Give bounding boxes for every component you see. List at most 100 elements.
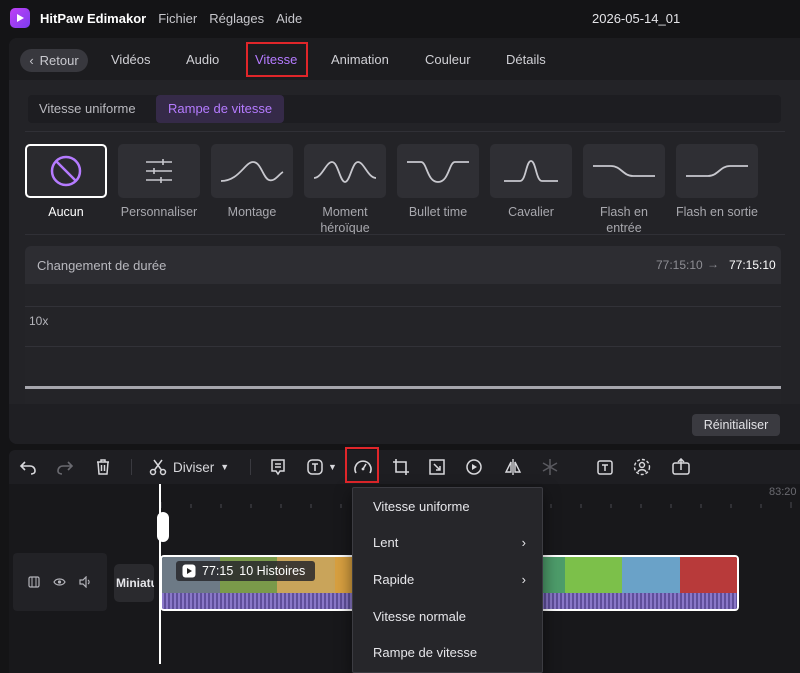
preset-bullet-time[interactable]: Bullet time [397,144,479,220]
play-icon [182,564,196,578]
tab-highlight-box [246,42,308,77]
menu-item-rapide[interactable]: Rapide › [353,562,542,598]
volume-icon[interactable] [79,576,92,588]
chevron-left-icon: ‹ [29,53,34,68]
preset-label: Moment héroïque [320,205,370,235]
bullet-time-curve-icon [407,161,469,183]
crop-icon[interactable] [392,457,410,477]
preset-flash-en-entree[interactable]: Flash en entrée [583,144,665,236]
clip-duration: 77:15 [202,564,234,578]
grid-line [25,346,781,347]
preset-flash-en-sortie[interactable]: Flash en sortie [676,144,758,220]
speed-curve-line[interactable] [25,386,781,389]
undo-icon[interactable] [19,457,37,477]
duration-change-header: Changement de durée 77:15:10 → 77:15:10 [25,246,781,284]
chevron-right-icon: › [521,535,526,550]
resize-icon[interactable] [428,457,446,477]
reset-button[interactable]: Réinitialiser [692,414,780,436]
panel-footer [9,404,800,444]
playhead[interactable] [159,484,161,664]
preset-label: Montage [227,205,277,219]
playhead-handle[interactable] [157,512,169,542]
clip-label: 77:15 10 Histoires [176,561,316,581]
arrow-right-icon: → [707,257,719,271]
graph-max-label: 10x [29,314,49,328]
redo-icon[interactable] [56,457,74,477]
menu-item-label: Vitesse uniforme [373,499,470,514]
no-icon [50,155,82,187]
text-icon [307,459,323,475]
ruler-end-time: 83:20 [769,486,797,498]
preset-moment-heroique[interactable]: Moment héroïque [304,144,386,236]
tab-couleur[interactable]: Couleur [425,52,471,67]
new-duration: 77:15:10 [729,258,776,272]
divider [25,234,785,235]
freeze-icon[interactable] [541,457,559,477]
toolbar-separator [131,459,132,475]
menu-item-label: Lent [373,535,399,550]
preset-label: Cavalier [508,205,554,219]
caret-down-icon: ▼ [220,462,230,472]
export-frame-icon[interactable] [671,457,691,477]
menu-item-lent[interactable]: Lent › [353,525,542,561]
flash-out-curve-icon [686,165,748,177]
tab-details[interactable]: Détails [506,52,546,67]
hero-moment-curve-icon [313,161,377,183]
mode-vitesse-uniforme[interactable]: Vitesse uniforme [39,95,136,123]
clip-frame [564,557,622,593]
preset-aucun[interactable]: Aucun [25,144,107,220]
split-label: Diviser [173,459,215,475]
title-bar: HitPaw Edimakor Fichier Réglages Aide 20… [0,0,800,36]
tab-videos[interactable]: Vidéos [111,52,151,67]
thumbnail-label[interactable]: Miniature [114,564,154,602]
preset-label: Bullet time [408,205,468,219]
menu-item-vitesse-uniforme[interactable]: Vitesse uniforme [353,489,542,525]
delete-icon[interactable] [94,457,112,477]
preset-label: Flash en entrée [600,205,648,235]
reverse-icon[interactable] [465,457,483,477]
mode-rampe-de-vitesse[interactable]: Rampe de vitesse [156,95,285,123]
split-button[interactable]: Diviser ▼ [149,457,229,477]
menu-aide[interactable]: Aide [276,11,302,26]
project-name: 2026-05-14_01 [592,11,681,26]
original-duration: 77:15:10 [656,258,703,272]
face-icon[interactable] [633,457,651,477]
menu-reglages[interactable]: Réglages [209,11,264,26]
clip-title: 10 Histoires [239,564,306,578]
subtitle-icon[interactable] [270,457,286,477]
back-button[interactable]: ‹ Retour [20,49,88,72]
preset-montage[interactable]: Montage [211,144,293,220]
menu-item-label: Rampe de vitesse [373,645,478,660]
speed-highlight-box [345,447,379,483]
preset-label: Aucun [48,205,84,219]
preset-label: Flash en sortie [676,205,758,219]
film-icon[interactable] [28,576,40,588]
menu-item-vitesse-normale[interactable]: Vitesse normale [353,599,542,635]
clip-frame [622,557,680,593]
divider [25,131,785,132]
preset-cavalier[interactable]: Cavalier [490,144,572,220]
text-button[interactable]: ▼ [306,457,337,477]
speed-ramp-graph[interactable]: 10x [25,284,781,404]
properties-panel: ‹ Retour Vidéos Audio Vitesse Animation … [9,38,800,444]
clip-frame [679,557,737,593]
chevron-right-icon: › [521,572,526,587]
preset-personnaliser[interactable]: Personnaliser [118,144,200,220]
tab-audio[interactable]: Audio [186,52,219,67]
app-logo-icon [10,8,30,28]
mirror-icon[interactable] [504,457,522,477]
text-template-icon[interactable] [596,457,614,477]
back-label: Retour [39,53,79,68]
toolbar-separator [250,459,251,475]
track-header [13,553,107,611]
timeline-toolbar: Diviser ▼ ▼ [9,450,800,484]
speed-mode-switch: Vitesse uniforme Rampe de vitesse [28,95,781,123]
caret-down-icon: ▼ [328,462,337,472]
tab-animation[interactable]: Animation [331,52,389,67]
menu-item-label: Rapide [373,572,415,587]
eye-icon[interactable] [53,576,66,588]
menu-fichier[interactable]: Fichier [158,11,197,26]
tab-bar: ‹ Retour Vidéos Audio Vitesse Animation … [9,38,800,80]
app-title: HitPaw Edimakor [40,10,147,26]
menu-item-rampe-de-vitesse[interactable]: Rampe de vitesse [353,635,542,671]
